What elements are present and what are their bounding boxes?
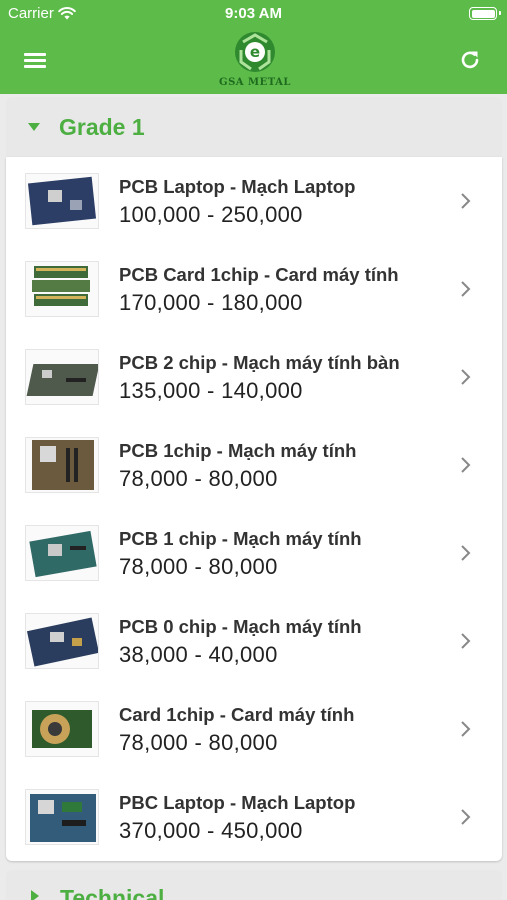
chevron-right-icon: [461, 633, 471, 649]
caret-down-icon: [28, 123, 40, 131]
section-title: Grade 1: [59, 113, 145, 140]
product-price: 78,000 - 80,000: [119, 730, 278, 755]
battery-icon: [469, 7, 501, 20]
product-price: 135,000 - 140,000: [119, 378, 303, 403]
status-bar: Carrier 9:03 AM: [0, 0, 507, 28]
product-name: Card 1chip - Card máy tính: [119, 704, 355, 725]
product-name: PCB 1chip - Mạch máy tính: [119, 440, 357, 461]
product-thumbnail: [25, 349, 99, 405]
product-name: PCB 1 chip - Mạch máy tính: [119, 528, 362, 549]
caret-right-icon: [31, 890, 39, 900]
product-thumbnail: [25, 789, 99, 845]
svg-text:e: e: [250, 43, 260, 61]
list-item[interactable]: PCB Card 1chip - Card máy tính 170,000 -…: [6, 245, 502, 333]
product-name: PCB 0 chip - Mạch máy tính: [119, 616, 362, 637]
product-name: PBC Laptop - Mạch Laptop: [119, 792, 356, 813]
list-item[interactable]: PCB 0 chip - Mạch máy tính 38,000 - 40,0…: [6, 597, 502, 685]
chevron-right-icon: [461, 369, 471, 385]
product-name: PCB 2 chip - Mạch máy tính bàn: [119, 352, 400, 373]
product-price: 38,000 - 40,000: [119, 642, 278, 667]
gsa-metal-logo: e GSA METAL: [215, 30, 295, 92]
product-price: 100,000 - 250,000: [119, 202, 303, 227]
product-name: PCB Card 1chip - Card máy tính: [119, 264, 399, 285]
list-item[interactable]: PBC Laptop - Mạch Laptop 370,000 - 450,0…: [6, 773, 502, 861]
product-price: 170,000 - 180,000: [119, 290, 303, 315]
product-thumbnail: [25, 701, 99, 757]
refresh-icon[interactable]: [457, 47, 483, 73]
clock: 9:03 AM: [225, 5, 282, 22]
product-name: PCB Laptop - Mạch Laptop: [119, 176, 356, 197]
list-item[interactable]: PCB 2 chip - Mạch máy tính bàn 135,000 -…: [6, 333, 502, 421]
hamburger-menu-icon[interactable]: [22, 48, 50, 72]
product-thumbnail: [25, 437, 99, 493]
list-item[interactable]: PCB Laptop - Mạch Laptop 100,000 - 250,0…: [6, 157, 502, 245]
list-item[interactable]: PCB 1chip - Mạch máy tính 78,000 - 80,00…: [6, 421, 502, 509]
section-title: Technical: [60, 885, 165, 900]
logo-text: GSA METAL: [219, 77, 291, 88]
product-price: 370,000 - 450,000: [119, 818, 303, 843]
product-thumbnail: [25, 261, 99, 317]
list-item[interactable]: PCB 1 chip - Mạch máy tính 78,000 - 80,0…: [6, 509, 502, 597]
product-price: 78,000 - 80,000: [119, 466, 278, 491]
section-header-technical[interactable]: Technical: [6, 870, 502, 900]
product-list: PCB Laptop - Mạch Laptop 100,000 - 250,0…: [6, 157, 502, 861]
section-header-grade-1[interactable]: Grade 1: [6, 97, 502, 157]
recycle-logo-icon: e: [235, 32, 275, 72]
product-thumbnail: [25, 525, 99, 581]
app-header: e GSA METAL: [0, 28, 507, 94]
chevron-right-icon: [461, 457, 471, 473]
chevron-right-icon: [461, 545, 471, 561]
product-thumbnail: [25, 613, 99, 669]
chevron-right-icon: [461, 809, 471, 825]
chevron-right-icon: [461, 193, 471, 209]
list-item[interactable]: Card 1chip - Card máy tính 78,000 - 80,0…: [6, 685, 502, 773]
product-price: 78,000 - 80,000: [119, 554, 278, 579]
chevron-right-icon: [461, 721, 471, 737]
chevron-right-icon: [461, 281, 471, 297]
product-thumbnail: [25, 173, 99, 229]
